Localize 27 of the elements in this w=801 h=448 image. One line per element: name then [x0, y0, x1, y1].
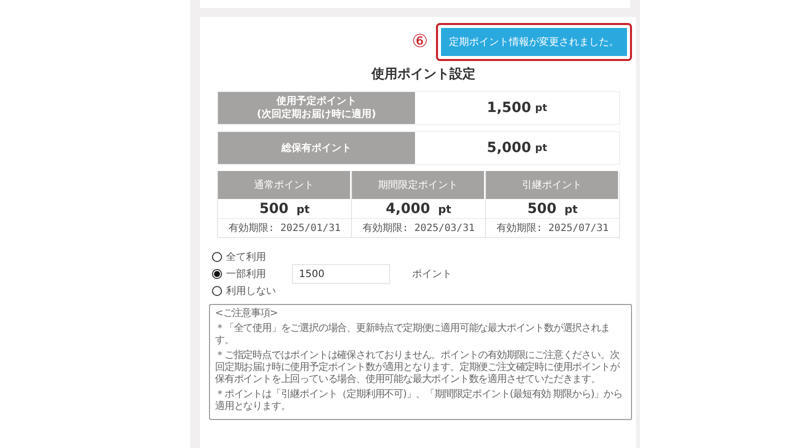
expiry-date: 有効期限: 2025/07/31 [495, 222, 610, 236]
points-type-header: 引継ポイント [486, 171, 619, 199]
usage-radio-option[interactable]: 一部利用 [212, 267, 292, 281]
points-amount: 5,000 pt [486, 139, 548, 158]
expiry-date: 有効期限: 2025/03/31 [361, 222, 476, 236]
section-title: 使用ポイント設定 [370, 66, 476, 83]
expiry-date: 有効期限: 2025/01/31 [227, 222, 342, 236]
points-amount: 500 pt [486, 199, 619, 219]
summary-label: 使用予定ポイント (次回定期お届け時に適用) [218, 92, 415, 124]
points-type-header: 期間限定ポイント [352, 171, 485, 199]
radio-icon[interactable] [212, 252, 222, 262]
radio-icon[interactable] [212, 286, 222, 296]
points-unit-label: ポイント [412, 268, 453, 281]
note-text: ＊ご指定時点ではポイントは確保されておりません。ポイントの有効期限にご注意ください。次回定期お届け時に使用予定ポイント数が適用となります。定期便ご注文確定時に使用ポイントが保有ポイントを上回っている場合、使用可能な最大ポイント数を適用させていただきます。 [215, 350, 621, 386]
radio-icon[interactable] [212, 269, 222, 279]
points-amount: 4,000 pt [352, 199, 485, 219]
summary-label: 総保有ポイント [218, 132, 415, 164]
step-number-marker: ⑥ [412, 33, 428, 51]
usage-radio-option[interactable]: 利用しない [212, 284, 292, 298]
note-text: ＊「全て使用」をご選択の場合、更新時点で定期便に適用可能な最大ポイント数が選択されます。 [215, 323, 611, 347]
notes-heading: <ご注意事項> [215, 308, 279, 320]
points-amount: 500 pt [218, 199, 351, 219]
usage-radio-option[interactable]: 全て利用 [212, 250, 292, 264]
points-amount: 1,500 pt [486, 99, 548, 118]
points-input-field[interactable]: 1500 [292, 264, 390, 284]
note-text: ＊ポイントは「引継ポイント（定期利用不可)」、「期間限定ポイント(最短有効 期限から)」から適用となります。 [215, 389, 624, 413]
points-type-header: 通常ポイント [218, 171, 351, 199]
